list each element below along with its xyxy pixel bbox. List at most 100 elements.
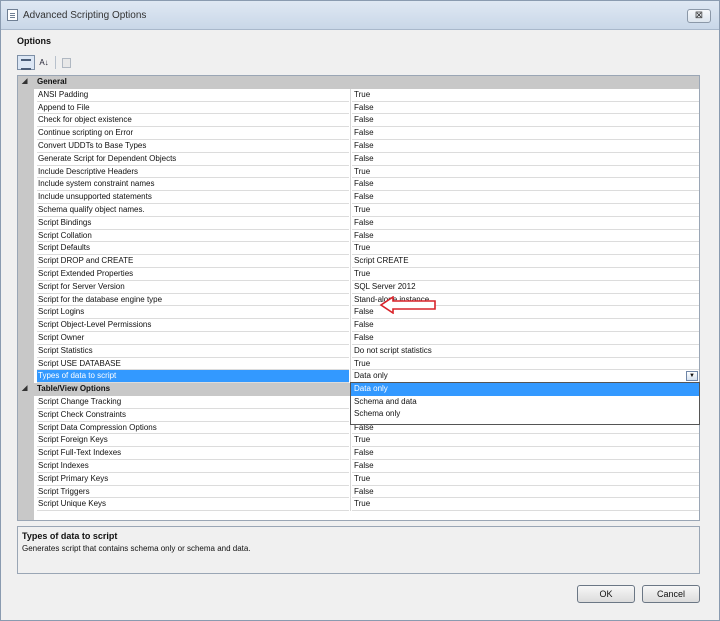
property-pages-button[interactable] xyxy=(59,55,73,70)
property-row[interactable]: Check for object existence False xyxy=(18,114,699,128)
column-divider[interactable] xyxy=(350,127,351,140)
property-value[interactable]: True xyxy=(352,204,699,217)
property-row[interactable]: Include system constraint names False xyxy=(18,178,699,192)
property-value[interactable]: True xyxy=(352,434,699,448)
column-divider[interactable] xyxy=(350,357,351,371)
property-value[interactable]: False xyxy=(352,217,699,230)
property-value[interactable]: True xyxy=(352,89,699,102)
ok-button[interactable]: OK xyxy=(577,585,635,603)
property-name: Script for the database engine type xyxy=(37,294,349,307)
categorized-view-button[interactable] xyxy=(17,55,35,70)
column-divider[interactable] xyxy=(350,331,351,345)
column-divider[interactable] xyxy=(350,447,351,460)
property-row[interactable]: Script for the database engine type Stand… xyxy=(18,293,699,307)
column-divider[interactable] xyxy=(350,459,351,473)
property-row[interactable]: Script Collation False xyxy=(18,229,699,243)
column-divider[interactable] xyxy=(350,229,351,243)
property-row[interactable]: Script Defaults True xyxy=(18,242,699,256)
property-value[interactable]: False xyxy=(352,319,699,332)
property-value[interactable]: True xyxy=(352,473,699,486)
column-divider[interactable] xyxy=(350,344,351,358)
property-value[interactable]: False xyxy=(352,447,699,460)
property-value[interactable]: False xyxy=(352,127,699,140)
close-button[interactable]: ⊠ xyxy=(687,9,711,23)
property-row[interactable]: Script Bindings False xyxy=(18,216,699,230)
column-divider[interactable] xyxy=(350,485,351,499)
property-row[interactable]: Include unsupported statements False xyxy=(18,191,699,204)
property-row[interactable]: Script for Server Version SQL Server 2012 xyxy=(18,280,699,294)
column-divider[interactable] xyxy=(350,178,351,192)
column-divider[interactable] xyxy=(350,472,351,486)
property-value[interactable]: False xyxy=(352,230,699,243)
property-row[interactable]: Script Logins False xyxy=(18,306,699,320)
property-row[interactable]: Convert UDDTs to Base Types False xyxy=(18,139,699,153)
column-divider[interactable] xyxy=(350,216,351,230)
property-value[interactable]: True xyxy=(352,358,699,371)
column-divider[interactable] xyxy=(350,152,351,166)
property-row[interactable]: Append to File False xyxy=(18,101,699,115)
property-row[interactable]: Script USE DATABASE True xyxy=(18,357,699,371)
column-divider[interactable] xyxy=(350,203,351,217)
column-divider[interactable] xyxy=(350,255,351,268)
property-row[interactable]: Generate Script for Dependent Objects Fal… xyxy=(18,152,699,166)
property-value[interactable]: SQL Server 2012 xyxy=(352,281,699,294)
property-value[interactable]: False xyxy=(352,332,699,345)
property-row[interactable]: Include Descriptive Headers True xyxy=(18,165,699,179)
property-grid[interactable]: ◢ General ANSI Padding True Append to File Fa… xyxy=(17,75,700,521)
property-value[interactable]: Do not script statistics xyxy=(352,345,699,358)
column-divider[interactable] xyxy=(350,280,351,294)
property-value[interactable]: True xyxy=(352,498,699,512)
property-row[interactable]: Script Primary Keys True xyxy=(18,472,699,486)
property-value[interactable]: False xyxy=(352,486,699,499)
property-row[interactable]: Script Unique Keys True xyxy=(18,498,699,512)
property-value[interactable]: False xyxy=(352,178,699,192)
dropdown-option[interactable]: Schema only xyxy=(351,408,699,421)
category-header[interactable]: ◢ General xyxy=(18,76,699,89)
property-value[interactable]: False xyxy=(352,460,699,473)
property-row[interactable]: Script Extended Properties True xyxy=(18,267,699,281)
property-value[interactable]: True xyxy=(352,166,699,179)
column-divider[interactable] xyxy=(350,139,351,153)
column-divider[interactable] xyxy=(350,293,351,307)
collapse-triangle-icon[interactable]: ◢ xyxy=(22,383,27,396)
property-value[interactable]: True xyxy=(352,242,699,256)
column-divider[interactable] xyxy=(350,165,351,179)
column-divider[interactable] xyxy=(350,319,351,332)
cancel-button[interactable]: Cancel xyxy=(642,585,700,603)
property-row[interactable]: Continue scripting on Error False xyxy=(18,127,699,140)
property-row[interactable]: Script Foreign Keys True xyxy=(18,434,699,448)
property-value[interactable]: False xyxy=(352,191,699,204)
column-divider[interactable] xyxy=(350,191,351,204)
property-row[interactable]: Script Triggers False xyxy=(18,485,699,499)
collapse-triangle-icon[interactable]: ◢ xyxy=(22,76,27,89)
property-value[interactable]: False xyxy=(352,140,699,153)
property-value[interactable]: False xyxy=(352,153,699,166)
dropdown-arrow-icon[interactable]: ▼ xyxy=(686,371,698,382)
property-row[interactable]: Script Statistics Do not script statistic… xyxy=(18,344,699,358)
column-divider[interactable] xyxy=(350,88,351,102)
property-row[interactable]: Script DROP and CREATE Script CREATE xyxy=(18,255,699,268)
property-row[interactable]: Script Owner False xyxy=(18,331,699,345)
property-value[interactable]: True xyxy=(352,268,699,281)
property-name: Include system constraint names xyxy=(37,178,349,192)
column-divider[interactable] xyxy=(350,101,351,115)
property-row[interactable]: Schema qualify object names. True xyxy=(18,203,699,217)
types-of-data-dropdown-list[interactable]: Data only Schema and data Schema only xyxy=(350,382,700,425)
property-value[interactable]: False xyxy=(352,102,699,115)
column-divider[interactable] xyxy=(350,114,351,128)
column-divider[interactable] xyxy=(350,242,351,256)
column-divider[interactable] xyxy=(350,267,351,281)
dropdown-option[interactable]: Schema and data xyxy=(351,396,699,409)
column-divider[interactable] xyxy=(350,306,351,320)
property-value[interactable]: Script CREATE xyxy=(352,255,699,268)
property-value[interactable]: False xyxy=(352,114,699,128)
column-divider[interactable] xyxy=(350,434,351,448)
column-divider[interactable] xyxy=(350,498,351,512)
property-row[interactable]: Script Object-Level Permissions False xyxy=(18,319,699,332)
alphabetical-sort-button[interactable]: A↓ xyxy=(36,55,52,70)
property-row[interactable]: Script Full-Text Indexes False xyxy=(18,447,699,460)
advanced-scripting-options-dialog: Advanced Scripting Options ⊠ Options A↓ … xyxy=(0,0,720,621)
dropdown-option[interactable]: Data only xyxy=(351,383,699,396)
property-row[interactable]: Script Indexes False xyxy=(18,459,699,473)
property-row[interactable]: ANSI Padding True xyxy=(18,88,699,102)
